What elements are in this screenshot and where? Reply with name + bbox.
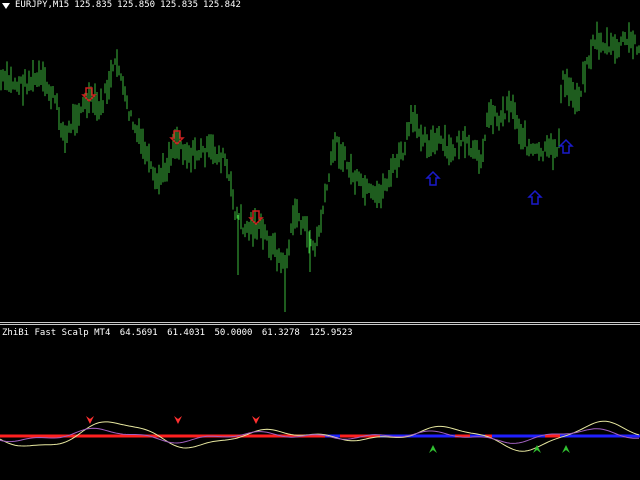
down-arrow-icon: [248, 210, 264, 226]
price-bars: [0, 21, 640, 312]
price-chart-panel[interactable]: EURJPY,M15 125.835 125.850 125.835 125.8…: [0, 0, 640, 322]
up-arrow-icon: [425, 170, 441, 186]
up-arrow-icon: [527, 189, 543, 205]
up-arrow-icon: [558, 138, 574, 154]
buy-marker-icon: [562, 445, 570, 453]
sell-marker-icon: [86, 416, 94, 424]
sell-marker-icon: [174, 416, 182, 424]
indicator-lines: [0, 416, 640, 453]
sell-marker-icon: [252, 416, 260, 424]
indicator-panel[interactable]: ZhiBi Fast Scalp MT4 64.5691 61.4031 50.…: [0, 325, 640, 480]
buy-marker-icon: [429, 445, 437, 453]
